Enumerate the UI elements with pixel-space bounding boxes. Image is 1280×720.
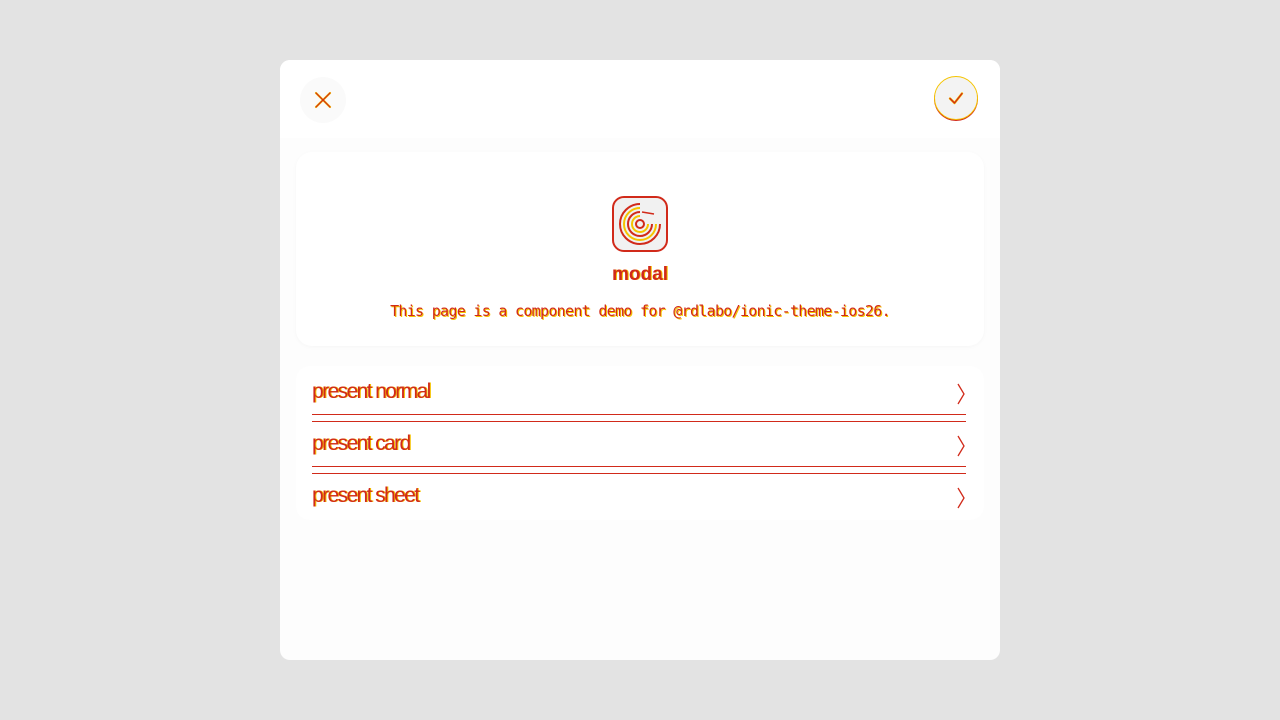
chevron-forward-icon [957,383,965,405]
done-button[interactable] [934,76,978,120]
checkmark-icon [948,92,964,105]
modal-dialog: modal This page is a component demo for … [280,60,1000,660]
intro-card: modal This page is a component demo for … [296,152,984,346]
target-logo-icon [612,196,668,252]
chevron-forward-icon [957,487,965,509]
list-item-label: present normal [312,380,431,403]
present-sheet-item[interactable]: present sheet [312,472,966,520]
list-item-label: present sheet [312,484,420,507]
page-description: This page is a component demo for @rdlab… [390,302,891,320]
chevron-forward-icon [957,435,965,457]
page-title: modal [612,264,668,285]
modal-toolbar [280,60,1000,138]
close-icon [314,91,332,109]
close-button[interactable] [300,77,346,123]
present-normal-item[interactable]: present normal [312,368,966,416]
options-list: present normal present card present shee… [296,366,984,520]
list-item-label: present card [312,432,411,455]
present-card-item[interactable]: present card [312,420,966,468]
